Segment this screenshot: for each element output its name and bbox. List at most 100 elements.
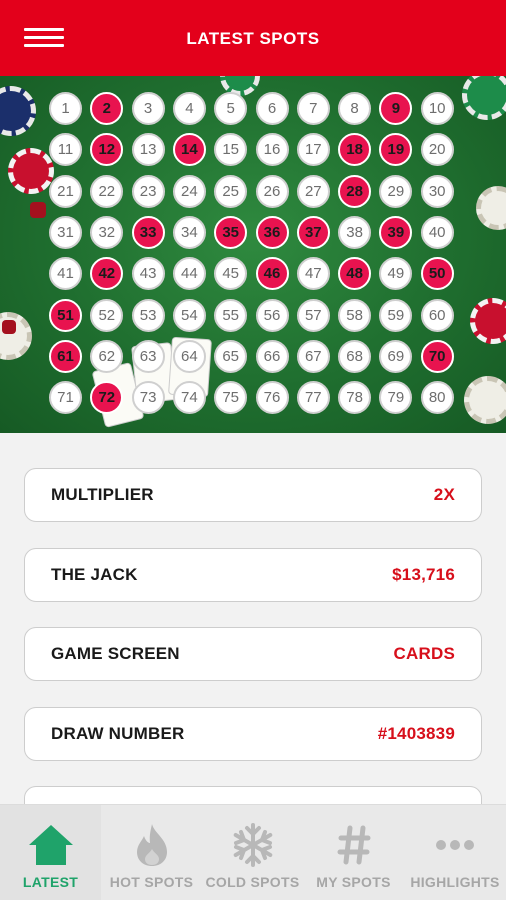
number-ball: 3 [131,92,165,125]
number-ball: 38 [338,215,372,249]
tab-latest[interactable]: LATEST [0,805,101,900]
number-ball: 6 [255,92,289,125]
drawn-number-ball: 28 [338,174,372,208]
number-ball: 75 [214,381,248,415]
number-ball: 76 [255,381,289,415]
tab-my-spots[interactable]: MY SPOTS [303,805,404,900]
number-ball: 79 [379,381,413,415]
number-ball: 22 [90,174,124,208]
drawn-number-ball: 61 [49,339,82,373]
number-ball: 56 [255,298,289,332]
info-label: GAME SCREEN [51,644,180,663]
snowflake-icon [229,821,277,869]
number-ball: 7 [296,92,330,125]
number-ball: 66 [255,339,289,373]
info-row-draw-number: DRAW NUMBER #1403839 [24,706,482,761]
info-value: 2X [433,485,455,504]
drawn-number-ball: 9 [379,92,413,125]
number-ball: 68 [338,339,372,373]
number-ball: 17 [296,133,330,167]
drawn-number-ball: 35 [214,215,248,249]
drawn-number-ball: 50 [420,257,454,291]
number-ball: 21 [49,174,82,208]
dice-decoration [2,320,16,334]
more-dots-icon [431,821,479,869]
drawn-number-ball: 48 [338,257,372,291]
poker-chip-decoration [0,86,36,136]
number-ball: 44 [172,257,206,291]
info-value: CARDS [393,644,455,663]
drawn-number-ball: 33 [131,215,165,249]
drawn-number-ball: 39 [379,215,413,249]
drawn-number-ball: 36 [255,215,289,249]
number-ball: 78 [338,381,372,415]
tab-label: HOT SPOTS [109,874,194,890]
poker-chip-decoration [462,76,506,120]
tab-label: HIGHLIGHTS [410,874,500,890]
drawn-number-ball: 70 [420,339,454,373]
number-ball: 41 [49,257,82,291]
number-ball: 1 [49,92,82,125]
number-ball: 8 [338,92,372,125]
info-value: $13,716 [392,564,455,584]
page-title: LATEST SPOTS [186,29,320,48]
number-ball: 13 [131,133,165,167]
number-ball: 31 [49,215,82,249]
number-ball: 27 [296,174,330,208]
info-label: DRAW NUMBER [51,723,185,743]
number-ball: 43 [131,257,165,291]
number-ball: 63 [131,339,165,373]
dice-decoration [30,202,46,218]
tab-label: COLD SPOTS [205,874,300,890]
drawn-number-ball: 2 [90,92,124,125]
number-ball: 26 [255,174,289,208]
drawn-number-ball: 37 [296,215,330,249]
number-ball: 10 [420,92,454,125]
number-ball: 40 [420,215,454,249]
hash-icon [330,821,378,869]
number-ball: 65 [214,339,248,373]
drawn-number-ball: 12 [90,133,124,167]
drawn-number-ball: 14 [172,133,206,167]
number-ball: 45 [214,257,248,291]
flame-icon [128,821,176,869]
home-icon [27,821,75,869]
keno-board: 1 2 3 4 5 6 7 8 9 10 11 12 13 14 15 16 17 18 19 20 21 22 23 24 2… [0,76,506,433]
number-ball: 23 [131,174,165,208]
number-ball: 49 [379,257,413,291]
number-ball: 59 [379,298,413,332]
number-ball: 16 [255,133,289,167]
number-ball: 4 [172,92,206,125]
app-header: LATEST SPOTS [0,0,506,76]
number-ball: 60 [420,298,454,332]
info-row-multiplier: MULTIPLIER 2X [24,468,482,522]
poker-chip-decoration [464,376,506,424]
number-ball: 34 [172,215,206,249]
drawn-number-ball: 51 [49,298,82,332]
number-ball: 24 [172,174,206,208]
poker-chip-decoration [8,148,54,194]
bottom-tab-bar: LATEST HOT SPOTS COLD SPOTS MY SPOTS HIG… [0,804,506,900]
tab-label: MY SPOTS [316,874,391,890]
number-ball: 52 [90,298,124,332]
tab-highlights[interactable]: HIGHLIGHTS [404,805,506,900]
number-ball: 74 [172,381,206,415]
drawn-number-ball: 42 [90,257,124,291]
drawn-number-ball: 18 [338,133,372,167]
number-ball: 67 [296,339,330,373]
number-ball: 57 [296,298,330,332]
number-ball: 5 [214,92,248,125]
number-ball: 80 [420,381,454,415]
tab-hot-spots[interactable]: HOT SPOTS [101,805,202,900]
number-ball: 58 [338,298,372,332]
info-label: THE JACK [51,564,138,584]
number-ball: 47 [296,257,330,291]
info-value: #1403839 [377,723,455,743]
number-ball: 11 [49,133,82,167]
number-ball: 29 [379,174,413,208]
tab-cold-spots[interactable]: COLD SPOTS [202,805,303,900]
number-ball: 25 [214,174,248,208]
number-ball: 30 [420,174,454,208]
number-ball: 69 [379,339,413,373]
number-ball: 71 [49,381,82,415]
